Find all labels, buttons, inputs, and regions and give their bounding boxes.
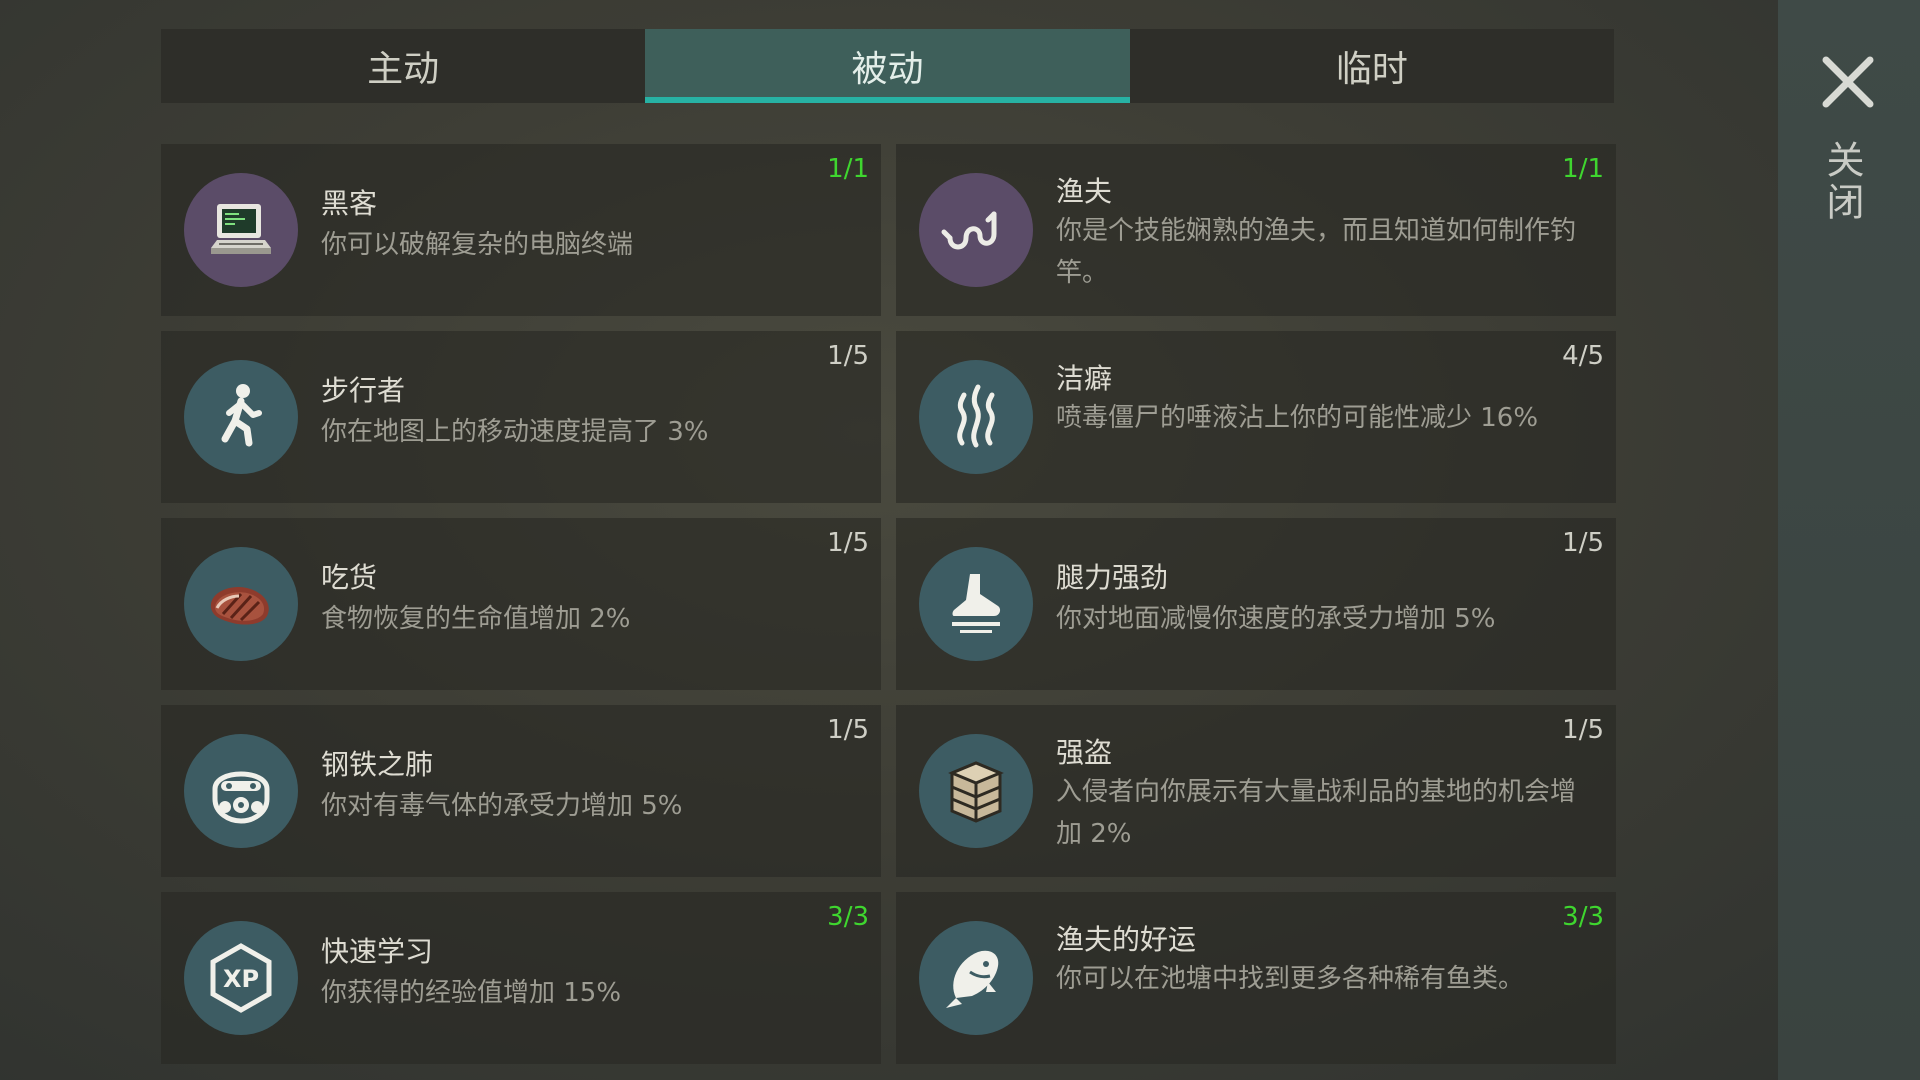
fishing-hook-icon: [919, 173, 1033, 287]
tab-passive-skills[interactable]: 被动: [645, 29, 1130, 103]
perk-name: 渔夫: [1056, 175, 1113, 208]
perk-description: 你可以破解复杂的电脑终端: [321, 230, 634, 260]
perk-description: 你可以在池塘中找到更多各种稀有鱼类。: [1056, 964, 1525, 994]
perk-description: 喷毒僵尸的唾液沾上你的可能性减少 16%: [1056, 403, 1539, 433]
perk-description: 你对地面减慢你速度的承受力增加 5%: [1056, 604, 1496, 634]
perk-level: 1/5: [827, 715, 869, 745]
perk-card-clean-freak[interactable]: 洁癖 喷毒僵尸的唾液沾上你的可能性减少 16% 4/5: [896, 331, 1616, 503]
perk-card-fisherman[interactable]: 渔夫 你是个技能娴熟的渔夫，而且知道如何制作钓竿。 1/1: [896, 144, 1616, 316]
perk-description: 你在地图上的移动速度提高了 3%: [321, 417, 709, 447]
walking-person-icon: [184, 360, 298, 474]
tab-active-skills[interactable]: 主动: [161, 29, 645, 103]
perk-card-iron-lungs[interactable]: 钢铁之肺 你对有毒气体的承受力增加 5% 1/5: [161, 705, 881, 877]
perk-level: 1/5: [1562, 715, 1604, 745]
perk-level: 1/1: [1562, 154, 1604, 184]
perk-name: 强盗: [1056, 736, 1113, 769]
perk-name: 快速学习: [321, 935, 434, 968]
svg-text:XP: XP: [223, 965, 259, 993]
perk-level: 1/1: [827, 154, 869, 184]
perk-name: 步行者: [321, 374, 406, 407]
perk-level: 1/5: [827, 341, 869, 371]
perk-grid: 黑客 你可以破解复杂的电脑终端 1/1 渔夫 你是个技能娴熟的渔夫，而且知道如何…: [161, 144, 1616, 1064]
gas-mask-icon: [184, 734, 298, 848]
tab-temporary-skills[interactable]: 临时: [1130, 29, 1614, 103]
fish-icon: [919, 921, 1033, 1035]
close-icon: [1822, 56, 1874, 108]
perk-card-walker[interactable]: 步行者 你在地图上的移动速度提高了 3% 1/5: [161, 331, 881, 503]
steak-icon: [184, 547, 298, 661]
crate-icon: [919, 734, 1033, 848]
perk-name: 黑客: [321, 187, 378, 220]
computer-icon: [184, 173, 298, 287]
perk-level: 3/3: [827, 902, 869, 932]
perk-card-hacker[interactable]: 黑客 你可以破解复杂的电脑终端 1/1: [161, 144, 881, 316]
perk-name: 腿力强劲: [1056, 561, 1169, 594]
perk-level: 1/5: [1562, 528, 1604, 558]
perk-level: 3/3: [1562, 902, 1604, 932]
perk-name: 渔夫的好运: [1056, 923, 1197, 956]
perk-description: 食物恢复的生命值增加 2%: [321, 604, 631, 634]
perk-card-strong-legs[interactable]: 腿力强劲 你对地面减慢你速度的承受力增加 5% 1/5: [896, 518, 1616, 690]
close-button[interactable]: [1818, 52, 1878, 112]
perk-name: 洁癖: [1056, 362, 1113, 395]
perk-description: 你对有毒气体的承受力增加 5%: [321, 791, 683, 821]
perk-description: 你是个技能娴熟的渔夫，而且知道如何制作钓竿。: [1056, 216, 1577, 288]
perk-level: 1/5: [827, 528, 869, 558]
xp-icon: XP: [184, 921, 298, 1035]
perk-card-quick-learner[interactable]: XP 快速学习 你获得的经验值增加 15% 3/3: [161, 892, 881, 1064]
perk-name: 吃货: [321, 561, 378, 594]
perk-level: 4/5: [1562, 341, 1604, 371]
tab-bar: 主动 被动 临时: [161, 29, 1614, 103]
perk-card-robber[interactable]: 强盗 入侵者向你展示有大量战利品的基地的机会增加 2% 1/5: [896, 705, 1616, 877]
perk-card-fishermans-luck[interactable]: 渔夫的好运 你可以在池塘中找到更多各种稀有鱼类。 3/3: [896, 892, 1616, 1064]
perk-description: 你获得的经验值增加 15%: [321, 978, 622, 1008]
boot-icon: [919, 547, 1033, 661]
steam-icon: [919, 360, 1033, 474]
perk-card-foodie[interactable]: 吃货 食物恢复的生命值增加 2% 1/5: [161, 518, 881, 690]
perk-name: 钢铁之肺: [321, 748, 434, 781]
perk-description: 入侵者向你展示有大量战利品的基地的机会增加 2%: [1056, 777, 1577, 849]
close-label[interactable]: 关闭: [1820, 140, 1870, 224]
